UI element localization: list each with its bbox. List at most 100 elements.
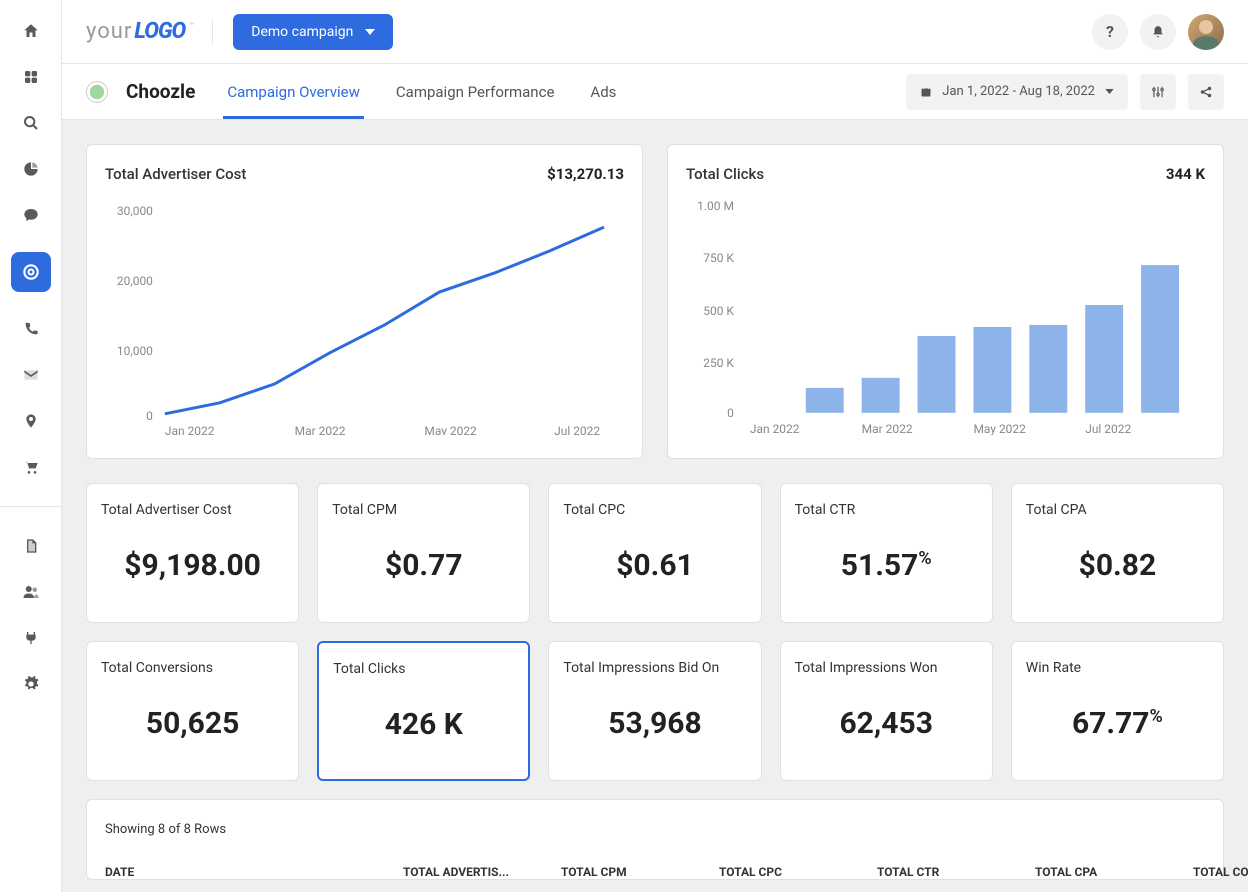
target-icon[interactable] — [11, 252, 51, 292]
svg-text:Jul 2022: Jul 2022 — [554, 424, 600, 435]
kpi-card[interactable]: Total Impressions Won62,453 — [780, 641, 993, 781]
table-column-header[interactable]: DATE — [105, 865, 395, 879]
pie-icon[interactable] — [22, 160, 40, 178]
kpi-value: 67.77% — [1026, 706, 1209, 741]
date-range-label: Jan 1, 2022 - Aug 18, 2022 — [942, 84, 1095, 99]
table-column-header[interactable]: TOTAL CTR — [877, 865, 1027, 879]
topbar: yourLOGO™ Demo campaign ? — [62, 0, 1248, 64]
kpi-card[interactable]: Total Conversions 50,625 — [86, 641, 299, 781]
kpi-title: Total Advertiser Cost — [101, 502, 284, 518]
kpi-title: Win Rate — [1026, 660, 1209, 676]
share-button[interactable] — [1188, 74, 1224, 110]
kpi-title: Total Conversions — [101, 660, 284, 676]
chart-title: Total Advertiser Cost — [105, 165, 246, 183]
chart-value: 344 K — [1166, 165, 1205, 183]
chevron-down-icon — [1105, 89, 1114, 94]
cart-icon[interactable] — [22, 458, 40, 476]
kpi-value: $9,198.00 — [101, 548, 284, 583]
notifications-button[interactable] — [1140, 14, 1176, 50]
app-name: Choozle — [126, 80, 195, 103]
kpi-card[interactable]: Total Impressions Bid On 53,968 — [548, 641, 761, 781]
table-column-header[interactable]: TOTAL CON — [1193, 865, 1248, 879]
table-column-header[interactable]: TOTAL CPM — [561, 865, 711, 879]
table-card: Showing 8 of 8 Rows DATE TOTAL ADVERTIS..… — [86, 799, 1224, 880]
kpi-card[interactable]: Win Rate 67.77% — [1011, 641, 1224, 781]
app-icon — [86, 81, 108, 103]
kpi-value: 426 K — [333, 707, 514, 742]
kpi-title: Total CPA — [1026, 502, 1209, 518]
file-icon[interactable] — [22, 537, 40, 555]
campaign-selector[interactable]: Demo campaign — [233, 14, 393, 50]
svg-text:May 2022: May 2022 — [973, 422, 1026, 435]
kpi-card[interactable]: Total Advertiser Cost $9,198.00 — [86, 483, 299, 623]
svg-text:Mar 2022: Mar 2022 — [295, 424, 346, 435]
gear-icon[interactable] — [22, 675, 40, 693]
date-range-button[interactable]: Jan 1, 2022 - Aug 18, 2022 — [906, 74, 1128, 110]
table-column-header[interactable]: TOTAL ADVERTIS... — [403, 865, 553, 879]
plug-icon[interactable] — [22, 629, 40, 647]
avatar[interactable] — [1188, 14, 1224, 50]
search-icon[interactable] — [22, 114, 40, 132]
svg-text:Jan 2022: Jan 2022 — [750, 422, 800, 435]
users-icon[interactable] — [22, 583, 40, 601]
chart-advertiser-cost: Total Advertiser Cost $13,270.13 30,000 … — [86, 144, 643, 459]
svg-text:Jan 2022: Jan 2022 — [165, 424, 215, 435]
kpi-title: Total CTR — [795, 502, 978, 518]
svg-text:10,000: 10,000 — [117, 344, 153, 358]
kpi-card[interactable]: Total CPM $0.77 — [317, 483, 530, 623]
subbar: Choozle Campaign Overview Campaign Perfo… — [62, 64, 1248, 120]
chart-value: $13,270.13 — [547, 165, 624, 183]
tab-ads[interactable]: Ads — [590, 65, 616, 119]
svg-text:250 K: 250 K — [703, 356, 734, 370]
mail-icon[interactable] — [22, 366, 40, 384]
table-column-header[interactable]: TOTAL CPA — [1035, 865, 1185, 879]
kpi-title: Total CPM — [332, 502, 515, 518]
tab-campaign-performance[interactable]: Campaign Performance — [396, 65, 555, 119]
table-column-header[interactable]: TOTAL CPC — [719, 865, 869, 879]
kpi-value: $0.61 — [563, 548, 746, 583]
grid-icon[interactable] — [22, 68, 40, 86]
svg-text:750 K: 750 K — [703, 251, 734, 265]
kpi-card[interactable]: Total CPA $0.82 — [1011, 483, 1224, 623]
kpi-value: 62,453 — [795, 706, 978, 741]
kpi-title: Total CPC — [563, 502, 746, 518]
help-button[interactable]: ? — [1092, 14, 1128, 50]
phone-icon[interactable] — [22, 320, 40, 338]
svg-text:20,000: 20,000 — [117, 274, 153, 288]
chat-icon[interactable] — [22, 206, 40, 224]
svg-text:500 K: 500 K — [703, 304, 734, 318]
logo: yourLOGO™ — [86, 19, 192, 44]
svg-text:1.00 M: 1.00 M — [697, 199, 734, 213]
calendar-icon — [920, 86, 932, 98]
kpi-title: Total Clicks — [333, 661, 514, 677]
svg-text:Mar 2022: Mar 2022 — [862, 422, 913, 435]
home-icon[interactable] — [22, 22, 40, 40]
kpi-card[interactable]: Total CPC $0.61 — [548, 483, 761, 623]
kpi-card[interactable]: Total CTR 51.57% — [780, 483, 993, 623]
bar-chart: 1.00 M 750 K 500 K 250 K 0 Jan 2022 M — [686, 195, 1205, 435]
content: Total Advertiser Cost $13,270.13 30,000 … — [62, 120, 1248, 892]
kpi-value: $0.77 — [332, 548, 515, 583]
settings-button[interactable] — [1140, 74, 1176, 110]
kpi-value: 53,968 — [563, 706, 746, 741]
tab-campaign-overview[interactable]: Campaign Overview — [227, 65, 360, 119]
svg-text:0: 0 — [146, 409, 153, 423]
svg-text:Jul 2022: Jul 2022 — [1085, 422, 1131, 435]
table-info: Showing 8 of 8 Rows — [105, 822, 1205, 837]
chart-total-clicks: Total Clicks 344 K 1.00 M 750 K 500 K 25… — [667, 144, 1224, 459]
kpi-card[interactable]: Total Clicks 426 K — [317, 641, 530, 781]
kpi-title: Total Impressions Bid On — [563, 660, 746, 676]
line-chart: 30,000 20,000 10,000 0 Jan 2022 Mar 2022… — [105, 195, 624, 435]
pin-icon[interactable] — [22, 412, 40, 430]
chevron-down-icon — [365, 29, 375, 35]
table-header: DATE TOTAL ADVERTIS... TOTAL CPM TOTAL CPC T… — [105, 865, 1205, 879]
campaign-label: Demo campaign — [251, 24, 353, 40]
svg-text:May 2022: May 2022 — [424, 424, 477, 435]
kpi-value: 51.57% — [795, 548, 978, 583]
svg-text:0: 0 — [727, 406, 734, 420]
kpi-value: 50,625 — [101, 706, 284, 741]
chart-title: Total Clicks — [686, 165, 764, 183]
kpi-value: $0.82 — [1026, 548, 1209, 583]
sidebar — [0, 0, 62, 892]
svg-text:30,000: 30,000 — [117, 204, 153, 218]
